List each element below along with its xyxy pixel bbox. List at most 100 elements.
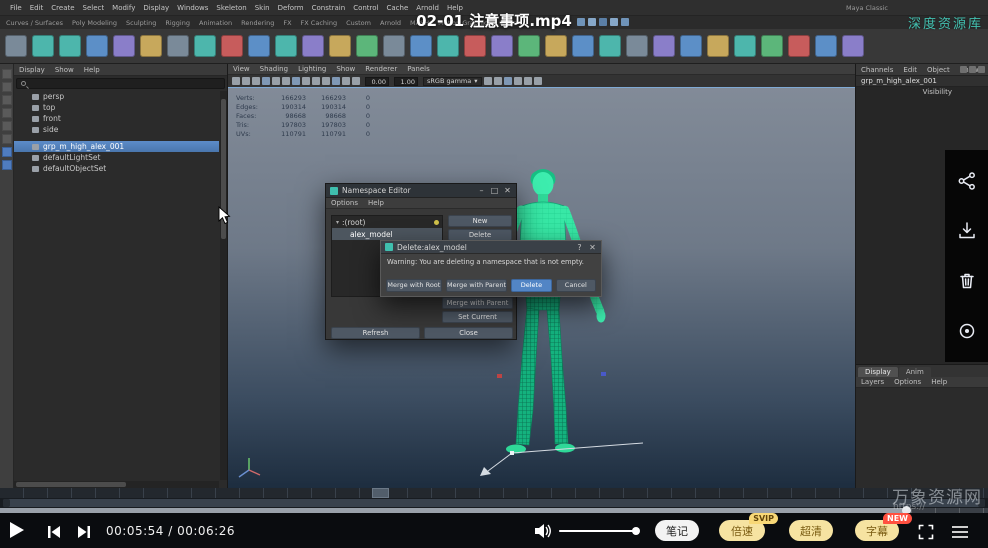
shelf-tool-icon[interactable]	[194, 35, 216, 57]
viewport-toolbar-icon[interactable]	[252, 77, 260, 85]
maya-menu[interactable]: Cache	[383, 4, 413, 12]
namespace-item[interactable]: ▾ alex_model	[332, 228, 442, 240]
shelf-tool-icon[interactable]	[518, 35, 540, 57]
channel-box-menu[interactable]: Edit	[898, 66, 922, 74]
episode-list-icon[interactable]	[951, 525, 969, 539]
attribute-editor-toggle-icon[interactable]	[969, 66, 976, 73]
outliner-horizontal-scrollbar[interactable]	[14, 481, 219, 488]
shelf-tab[interactable]: Animation	[199, 19, 232, 27]
shelf-tab[interactable]: Rigging	[165, 19, 190, 27]
channel-box-menu[interactable]: Channels	[856, 66, 898, 74]
shelf-tool-icon[interactable]	[302, 35, 324, 57]
download-button[interactable]	[952, 216, 982, 246]
viewport-toolbar-icon[interactable]	[302, 77, 310, 85]
maya-menu[interactable]: Select	[79, 4, 109, 12]
layer-editor-menu[interactable]: Options	[889, 378, 926, 386]
lasso-tool[interactable]	[2, 82, 12, 92]
shelf-tool-icon[interactable]	[167, 35, 189, 57]
current-tool-slot-b[interactable]	[2, 160, 12, 170]
dialog-button[interactable]: Merge with Parent	[446, 279, 508, 292]
dialog-button[interactable]: Cancel	[556, 279, 596, 292]
namespace-item[interactable]: ▾ :(root)	[332, 216, 442, 228]
shelf-tool-icon[interactable]	[356, 35, 378, 57]
next-button[interactable]	[76, 524, 92, 540]
maya-menu[interactable]: Constrain	[308, 4, 350, 12]
outliner-item[interactable]: top	[14, 102, 219, 113]
quality-button[interactable]: 超清	[789, 520, 833, 541]
shelf-tool-icon[interactable]	[437, 35, 459, 57]
shelf-tool-icon[interactable]	[113, 35, 135, 57]
namespace-editor-button[interactable]: Merge with Parent	[442, 297, 513, 309]
maya-menu[interactable]: File	[6, 4, 26, 12]
viewport-toolbar-icon[interactable]	[232, 77, 240, 85]
shelf-tool-icon[interactable]	[734, 35, 756, 57]
shelf-tool-icon[interactable]	[221, 35, 243, 57]
scrollbar-thumb[interactable]	[16, 482, 126, 487]
shelf-tool-icon[interactable]	[5, 35, 27, 57]
shelf-tab[interactable]: FX	[283, 19, 291, 27]
layer-editor-menu[interactable]: Help	[926, 378, 952, 386]
shelf-tool-icon[interactable]	[680, 35, 702, 57]
dialog-menu[interactable]: Help	[363, 199, 389, 207]
playback-speed-button[interactable]: 倍速 SVIP	[719, 520, 765, 541]
viewport-menu[interactable]: Shading	[255, 65, 293, 73]
outliner-vertical-scrollbar[interactable]	[220, 91, 227, 480]
shelf-tool-icon[interactable]	[761, 35, 783, 57]
view-transform-dropdown[interactable]: sRGB gamma ▾	[423, 77, 482, 86]
paint-select-tool[interactable]	[2, 95, 12, 105]
channel-box-menu[interactable]: Object	[922, 66, 955, 74]
dialog-menu[interactable]: Options	[326, 199, 363, 207]
viewport-toolbar-icon[interactable]	[504, 77, 512, 85]
namespace-editor-button[interactable]: New	[448, 215, 512, 227]
maya-menu[interactable]: Modify	[108, 4, 139, 12]
viewport-toolbar-icon[interactable]	[514, 77, 522, 85]
maya-menu[interactable]: Help	[443, 4, 467, 12]
notes-button[interactable]: 笔记	[655, 520, 699, 541]
layer-editor-tab[interactable]: Display	[858, 367, 898, 377]
viewport-toolbar-icon[interactable]	[494, 77, 502, 85]
shelf-tool-icon[interactable]	[815, 35, 837, 57]
shelf-tool-icon[interactable]	[59, 35, 81, 57]
shelf-tool-icon[interactable]	[140, 35, 162, 57]
layer-editor-tab[interactable]: Anim	[899, 367, 931, 377]
expand-arrow-icon[interactable]: ▾	[336, 219, 339, 226]
channel-box-toggle-icon[interactable]	[960, 66, 967, 73]
shelf-tool-icon[interactable]	[491, 35, 513, 57]
maya-menu[interactable]: Skin	[251, 4, 274, 12]
maya-menu[interactable]: Control	[349, 4, 382, 12]
maya-menu[interactable]: Edit	[26, 4, 48, 12]
rotate-tool[interactable]	[2, 121, 12, 131]
viewport-menu[interactable]: Renderer	[360, 65, 402, 73]
share-button[interactable]	[952, 166, 982, 196]
select-tool[interactable]	[2, 69, 12, 79]
record-button[interactable]	[952, 316, 982, 346]
shelf-tool-icon[interactable]	[248, 35, 270, 57]
time-slider[interactable]	[0, 488, 988, 498]
shelf-tool-icon[interactable]	[464, 35, 486, 57]
shelf-tool-icon[interactable]	[599, 35, 621, 57]
volume-slider[interactable]	[559, 530, 637, 532]
viewport-toolbar-icon[interactable]	[332, 77, 340, 85]
outliner-search-input[interactable]	[16, 78, 225, 89]
outliner-item[interactable]: side	[14, 124, 219, 135]
delete-button[interactable]	[952, 266, 982, 296]
maya-menu[interactable]: Windows	[173, 4, 212, 12]
window-control-button[interactable]: □	[488, 184, 501, 198]
outliner-item[interactable]: defaultLightSet	[14, 152, 219, 163]
viewport-toolbar-icon[interactable]	[524, 77, 532, 85]
shelf-tab[interactable]: Motion Graphics	[438, 19, 491, 27]
dialog-title-bar[interactable]: Delete:alex_model ? ✕	[381, 241, 601, 254]
outliner-item[interactable]: front	[14, 113, 219, 124]
outliner-menu[interactable]: Show	[50, 66, 79, 74]
previous-button[interactable]	[46, 524, 62, 540]
outliner-item[interactable]: grp_m_high_alex_001	[14, 141, 219, 152]
viewport-toolbar-icon[interactable]	[534, 77, 542, 85]
current-tool-slot-a[interactable]	[2, 147, 12, 157]
shelf-tab[interactable]: XGen	[500, 19, 518, 27]
shelf-tool-icon[interactable]	[32, 35, 54, 57]
workspace-selector[interactable]: Maya Classic	[846, 4, 888, 12]
maya-menu[interactable]: Arnold	[412, 4, 443, 12]
viewport-toolbar-icon[interactable]	[282, 77, 290, 85]
viewport-menu[interactable]: View	[228, 65, 255, 73]
snap-status-icon[interactable]	[621, 18, 629, 26]
